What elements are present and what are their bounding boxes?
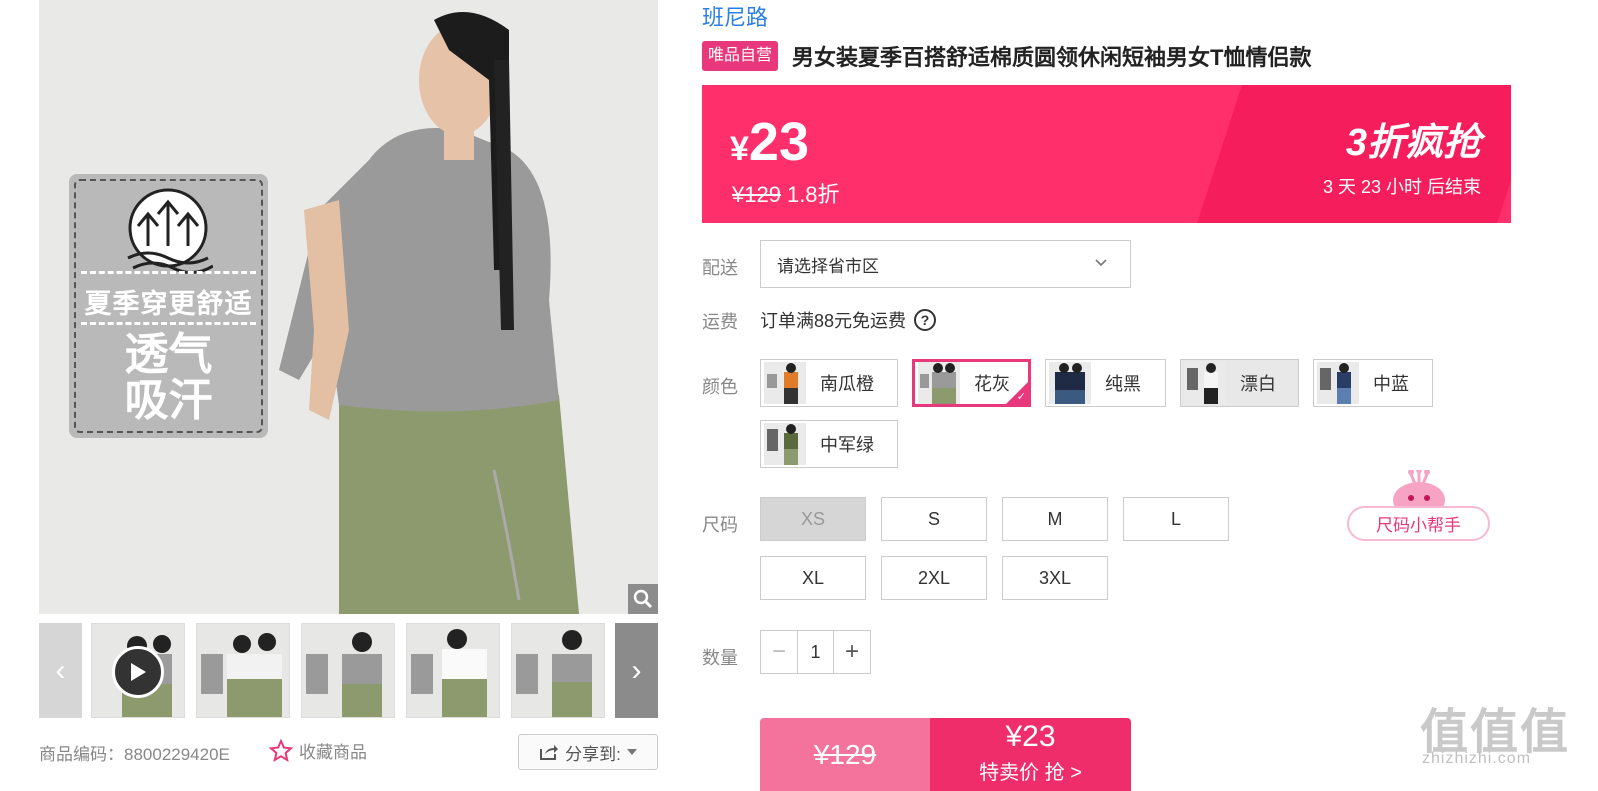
color-swatch-image (1184, 362, 1226, 404)
play-icon (131, 663, 146, 681)
color-label: 颜色 (702, 377, 738, 397)
breathable-arrows-icon (127, 188, 213, 274)
favorite-button[interactable]: 收藏商品 (269, 738, 367, 763)
thumbnail-video[interactable] (91, 623, 185, 718)
color-option[interactable]: 中蓝 (1313, 359, 1433, 407)
size-label: 尺码 (702, 515, 738, 535)
badge-text-summer: 夏季穿更舒适 (84, 289, 253, 319)
color-option[interactable]: 纯黑 (1045, 359, 1166, 407)
size-option[interactable]: S (881, 497, 987, 541)
feature-badge: 夏季穿更舒适 透气 吸汗 (69, 174, 268, 438)
thumb-photo (516, 630, 592, 717)
thumbnail[interactable] (511, 623, 605, 718)
title-row: 唯品自营 男女装夏季百搭舒适棉质圆领休闲短袖男女T恤情侣款 (702, 40, 1311, 72)
color-option[interactable]: 南瓜橙 (760, 359, 898, 407)
site-watermark: 值值值 zhizhizhi.com (1420, 706, 1571, 767)
star-icon (269, 738, 293, 762)
thumb-photo (201, 633, 282, 717)
share-button[interactable]: 分享到: (518, 734, 658, 770)
product-page: 夏季穿更舒适 透气 吸汗 ‹ › 商品编码：8800229420E 收藏商品 分… (0, 0, 1598, 791)
badge-text-breathable: 透气 吸汗 (124, 330, 213, 425)
shipping-label: 运费 (702, 312, 738, 332)
quantity-input[interactable]: 1 (797, 631, 834, 673)
gallery-footer: 商品编码：8800229420E 收藏商品 分享到: (39, 734, 658, 770)
product-title: 男女装夏季百搭舒适棉质圆领休闲短袖男女T恤情侣款 (792, 45, 1312, 70)
color-option-selected[interactable]: 花灰 ✓ (912, 359, 1031, 407)
buy-now-button[interactable]: ¥23 特卖价 抢 > (930, 718, 1131, 791)
thumb-next-button[interactable]: › (615, 623, 658, 718)
quantity-stepper: − 1 + (760, 630, 871, 674)
delivery-label: 配送 (702, 258, 738, 278)
color-swatch-image (764, 423, 806, 465)
quantity-label: 数量 (702, 648, 738, 668)
check-icon: ✓ (1016, 391, 1026, 403)
share-icon (540, 745, 559, 760)
help-icon[interactable]: ? (914, 309, 937, 331)
zoom-button[interactable] (628, 584, 658, 614)
shipping-info: 订单满88元免运费 ? (760, 307, 937, 333)
original-price: ¥129 1.8折 (732, 182, 840, 207)
size-option[interactable]: M (1002, 497, 1108, 541)
vip-self-operated-tag: 唯品自营 (702, 41, 779, 71)
brand-link[interactable]: 班尼路 (702, 0, 768, 32)
color-option[interactable]: 中军绿 (760, 420, 898, 468)
increase-button[interactable]: + (834, 631, 870, 673)
color-swatch-image (1049, 362, 1091, 404)
promo-title: 3折疯抢 (1345, 122, 1481, 164)
current-price: ¥23 (730, 112, 809, 172)
region-select[interactable]: 请选择省市区 (760, 240, 1131, 288)
thumbnail[interactable] (301, 623, 395, 718)
main-product-image[interactable]: 夏季穿更舒适 透气 吸汗 (39, 0, 658, 614)
thumbnail-strip: ‹ › (39, 623, 658, 718)
color-swatch-image (918, 362, 960, 404)
color-swatch-image (764, 362, 806, 404)
buy-button-group: ¥129 ¥23 特卖价 抢 > (760, 718, 1131, 791)
thumb-photo (411, 629, 487, 717)
color-option[interactable]: 漂白 (1180, 359, 1299, 407)
size-option[interactable]: XL (760, 556, 866, 600)
product-code: 商品编码：8800229420E (39, 745, 230, 764)
caret-down-icon (626, 749, 637, 755)
thumbnail[interactable] (196, 623, 290, 718)
countdown-timer: 3 天 23 小时 后结束 (1322, 177, 1481, 197)
size-option[interactable]: L (1123, 497, 1229, 541)
price-banner: ¥23 ¥129 1.8折 3折疯抢 3 天 23 小时 后结束 (702, 85, 1511, 223)
color-swatch-image (1317, 362, 1359, 404)
size-option-disabled[interactable]: XS (760, 497, 866, 541)
magnifier-icon (633, 589, 653, 609)
decrease-button[interactable]: − (761, 631, 797, 673)
play-video-button[interactable] (112, 646, 164, 698)
size-option[interactable]: 3XL (1002, 556, 1108, 600)
thumb-photo (306, 632, 382, 717)
chevron-down-icon (1095, 259, 1107, 267)
size-helper-button[interactable]: 尺码小帮手 (1347, 470, 1490, 542)
buy-original-price: ¥129 (760, 718, 930, 791)
size-option[interactable]: 2XL (881, 556, 987, 600)
thumb-prev-button[interactable]: ‹ (39, 623, 82, 718)
thumbnail[interactable] (406, 623, 500, 718)
